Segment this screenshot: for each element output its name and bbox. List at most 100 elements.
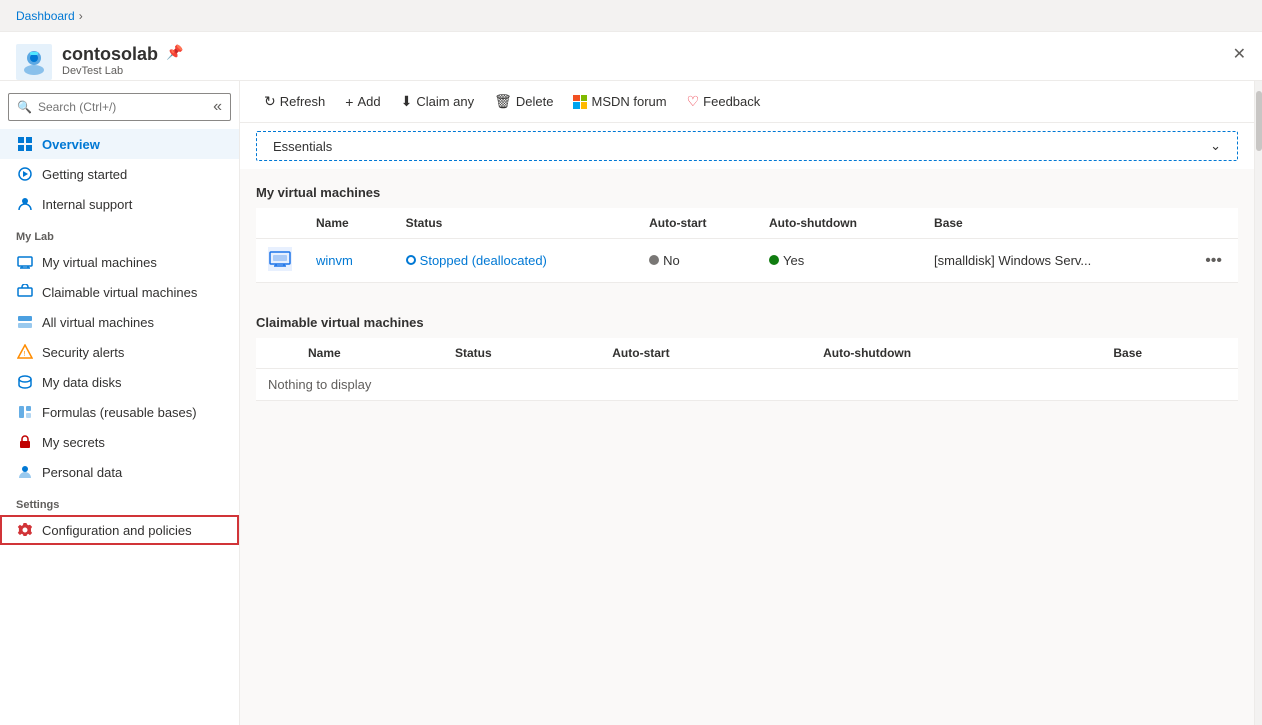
sidebar-item-internal-support-label: Internal support [42, 197, 132, 212]
claimable-vms-col-name: Name [296, 338, 443, 369]
sidebar-item-my-vms-label: My virtual machines [42, 255, 157, 270]
essentials-label: Essentials [273, 139, 332, 154]
my-vms-col-icon [256, 208, 304, 239]
collapse-button[interactable]: « [213, 98, 222, 116]
essentials-bar[interactable]: Essentials ⌄ [256, 131, 1238, 161]
refresh-icon: ↻ [264, 93, 276, 110]
breadcrumb-dashboard[interactable]: Dashboard [16, 9, 75, 23]
sidebar-item-overview[interactable]: Overview [0, 129, 239, 159]
sidebar-item-formulas-label: Formulas (reusable bases) [42, 405, 197, 420]
sidebar-item-formulas[interactable]: Formulas (reusable bases) [0, 397, 239, 427]
content-scroll: My virtual machines Name Status Auto-sta… [240, 169, 1254, 725]
scroll-thumb [1256, 91, 1262, 151]
content-area: ↻ Refresh + Add ⬇ Claim any 🗑 Delete MSD… [240, 81, 1254, 725]
my-vms-col-autostart: Auto-start [637, 208, 757, 239]
breadcrumb-chevron: › [79, 9, 83, 23]
msdn-forum-label: MSDN forum [591, 94, 666, 109]
claimable-vms-icon [16, 283, 34, 301]
devtest-lab-icon [16, 44, 52, 80]
my-data-disks-icon [16, 373, 34, 391]
claim-any-label: Claim any [416, 94, 474, 109]
vm-name[interactable]: winvm [304, 239, 394, 283]
sidebar-item-my-vms[interactable]: My virtual machines [0, 247, 239, 277]
search-icon: 🔍 [17, 100, 32, 114]
essentials-chevron: ⌄ [1210, 138, 1221, 154]
refresh-button[interactable]: ↻ Refresh [256, 89, 333, 114]
overview-icon [16, 135, 34, 153]
claim-any-button[interactable]: ⬇ Claim any [393, 89, 483, 114]
mylab-section-label: My Lab [0, 219, 239, 247]
sidebar-item-personal-data[interactable]: Personal data [0, 457, 239, 487]
vm-autostart: No [649, 253, 680, 268]
nothing-to-display: Nothing to display [268, 377, 371, 392]
header-text: contosolab DevTest Lab [62, 44, 158, 77]
sidebar-item-getting-started[interactable]: Getting started [0, 159, 239, 189]
status-dot-no [649, 255, 659, 265]
my-vms-col-base: Base [922, 208, 1189, 239]
claimable-vms-col-autoshutdown: Auto-shutdown [811, 338, 1101, 369]
delete-button[interactable]: 🗑 Delete [486, 89, 561, 114]
secrets-icon [16, 433, 34, 451]
vm-autostart-text: No [663, 253, 680, 268]
feedback-button[interactable]: ♡ Feedback [679, 89, 769, 114]
vm-status: Stopped (deallocated) [406, 253, 547, 268]
claimable-vms-col-icon [256, 338, 296, 369]
breadcrumb-bar: Dashboard › [0, 0, 1262, 32]
sidebar-item-all-vms[interactable]: All virtual machines [0, 307, 239, 337]
my-vms-icon [16, 253, 34, 271]
vm-more-button[interactable]: ••• [1201, 252, 1226, 270]
sidebar-item-internal-support[interactable]: Internal support [0, 189, 239, 219]
delete-icon: 🗑 [494, 93, 512, 110]
vm-autoshutdown: Yes [769, 253, 804, 268]
sidebar-item-getting-started-label: Getting started [42, 167, 127, 182]
pin-icon[interactable]: 📌 [166, 44, 183, 61]
add-label: Add [357, 94, 380, 109]
sidebar-item-configuration-policies[interactable]: Configuration and policies [0, 515, 239, 545]
sidebar-item-claimable-vms[interactable]: Claimable virtual machines [0, 277, 239, 307]
download-icon: ⬇ [401, 93, 413, 110]
sidebar-item-security-alerts-label: Security alerts [42, 345, 124, 360]
toolbar: ↻ Refresh + Add ⬇ Claim any 🗑 Delete MSD… [240, 81, 1254, 123]
claimable-vms-col-autostart: Auto-start [600, 338, 811, 369]
sidebar-item-all-vms-label: All virtual machines [42, 315, 154, 330]
msdn-icon [573, 95, 587, 109]
refresh-label: Refresh [280, 94, 326, 109]
claimable-vms-section-title: Claimable virtual machines [256, 315, 1238, 330]
add-button[interactable]: + Add [337, 90, 388, 114]
sidebar-item-config-policies-label: Configuration and policies [42, 523, 192, 538]
status-dot-yes [769, 255, 779, 265]
sidebar-item-my-data-disks[interactable]: My data disks [0, 367, 239, 397]
delete-label: Delete [516, 94, 554, 109]
my-vms-col-status: Status [394, 208, 637, 239]
vm-autoshutdown-text: Yes [783, 253, 804, 268]
claimable-vms-col-base: Base [1101, 338, 1238, 369]
settings-section-label: Settings [0, 487, 239, 515]
svg-text:!: ! [24, 351, 26, 358]
search-input[interactable] [38, 100, 213, 114]
sidebar-item-my-secrets[interactable]: My secrets [0, 427, 239, 457]
claimable-vms-col-status: Status [443, 338, 600, 369]
vm-row-icon [268, 247, 292, 271]
sidebar-item-security-alerts[interactable]: ! Security alerts [0, 337, 239, 367]
security-alerts-icon: ! [16, 343, 34, 361]
page-subtitle: DevTest Lab [62, 65, 158, 77]
sidebar-item-overview-label: Overview [42, 137, 100, 152]
page-header: contosolab DevTest Lab 📌 ✕ [0, 32, 1262, 81]
search-container[interactable]: 🔍 « [8, 93, 231, 121]
my-vms-table: Name Status Auto-start Auto-shutdown Bas… [256, 208, 1238, 283]
no-data-row: Nothing to display [256, 369, 1238, 401]
scroll-indicator[interactable] [1254, 81, 1262, 725]
claimable-vms-table: Name Status Auto-start Auto-shutdown Bas… [256, 338, 1238, 401]
sidebar-item-personal-data-label: Personal data [42, 465, 122, 480]
feedback-label: Feedback [703, 94, 760, 109]
internal-support-icon [16, 195, 34, 213]
all-vms-icon [16, 313, 34, 331]
my-vms-col-autoshutdown: Auto-shutdown [757, 208, 922, 239]
msdn-forum-button[interactable]: MSDN forum [565, 90, 674, 113]
table-row[interactable]: winvm Stopped (deallocated) No [256, 239, 1238, 283]
formulas-icon [16, 403, 34, 421]
my-vms-section-title: My virtual machines [256, 185, 1238, 200]
gear-icon [16, 521, 34, 539]
close-icon[interactable]: ✕ [1233, 44, 1246, 64]
sidebar-item-my-secrets-label: My secrets [42, 435, 105, 450]
